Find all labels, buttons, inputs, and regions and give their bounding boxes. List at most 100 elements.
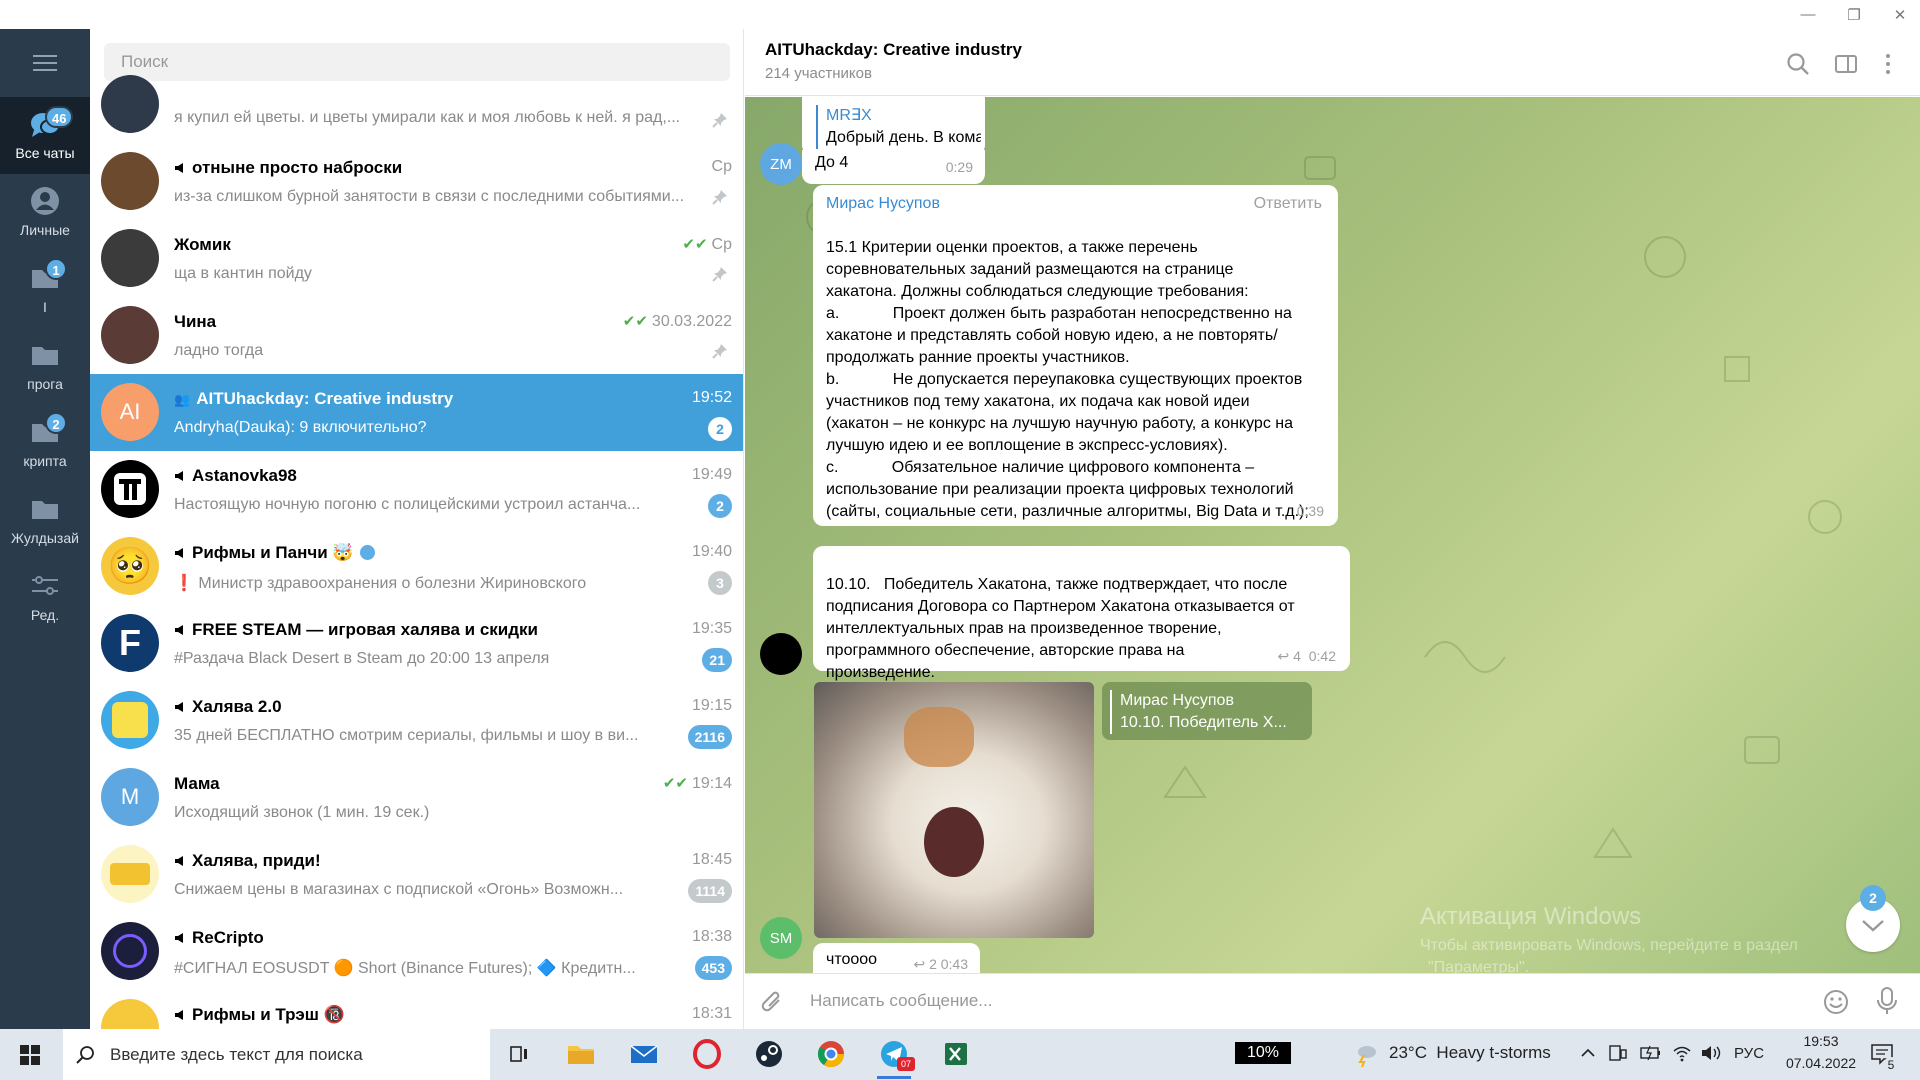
mail-icon[interactable]: [627, 1037, 661, 1071]
message-text: До 4: [815, 154, 849, 171]
clock-time[interactable]: 19:53: [1773, 1033, 1869, 1049]
battery-status-icon[interactable]: [1640, 1044, 1662, 1062]
folder-personal[interactable]: Личные: [0, 174, 90, 251]
reply-button[interactable]: Ответить: [1254, 193, 1322, 215]
chat-row[interactable]: 🥺 Рифмы и Панчи 🤯 19:40 ❗ Министр здраво…: [90, 528, 743, 605]
taskbar-search-input[interactable]: Введите здесь текст для поиска: [63, 1029, 490, 1080]
reply-sender: Мирас Нусупов: [1120, 692, 1234, 709]
chat-preview: ладно тогда: [174, 342, 264, 359]
active-app-indicator: [877, 1076, 911, 1079]
chat-preview: ща в кантин пойду: [174, 265, 312, 282]
language-indicator[interactable]: РУС: [1734, 1045, 1764, 1062]
chat-time-text: 30.03.2022: [651, 313, 732, 330]
windows-start-icon[interactable]: [20, 1045, 40, 1065]
photo-message[interactable]: [814, 682, 1094, 938]
chat-preview: Настоящую ночную погоню с полицейскими у…: [174, 496, 641, 513]
message-sender[interactable]: Мирас Нусупов: [826, 193, 940, 215]
channel-icon: [175, 471, 183, 481]
search-input[interactable]: Поиск: [104, 43, 730, 81]
chat-row[interactable]: Astanovka98 19:49 Настоящую ночную погон…: [90, 451, 743, 528]
chat-messages: MR∃X Добрый день. В кома... До 4 0:29 ZM…: [745, 97, 1920, 973]
sidebar-toggle-icon[interactable]: [1833, 51, 1859, 77]
chat-name: Рифмы и Трэш 🔞: [174, 1005, 345, 1025]
reply-preview-card[interactable]: Мирас Нусупов 10.10. Победитель Х...: [1102, 682, 1312, 740]
weather-text[interactable]: 23°C Heavy t-storms: [1389, 1043, 1551, 1063]
device-icon[interactable]: [1608, 1044, 1628, 1062]
chat-row[interactable]: Рифмы и Трэш 🔞 18:31: [90, 990, 743, 1029]
avatar[interactable]: SM: [760, 917, 802, 959]
folder-kripta[interactable]: 2 крипта: [0, 405, 90, 482]
chat-name-text: Рифмы и Панчи 🤯: [192, 543, 354, 562]
message-bubble[interactable]: чтоооо ↩ 2 0:43: [813, 943, 980, 973]
attach-icon[interactable]: [761, 990, 785, 1016]
chat-subtitle: 214 участников: [765, 65, 872, 82]
chat-row[interactable]: Чина ✔✔ 30.03.2022 ладно тогда: [90, 297, 743, 374]
clock-date[interactable]: 07.04.2022: [1773, 1055, 1869, 1071]
emoji-icon[interactable]: [1822, 988, 1850, 1016]
chat-preview: #Раздача Black Desert в Steam до 20:00 1…: [174, 650, 550, 667]
cat-fur-patch: [904, 707, 974, 767]
reply-count[interactable]: 4: [1293, 648, 1301, 664]
task-view-icon[interactable]: [502, 1037, 536, 1071]
folder-proga[interactable]: прога: [0, 328, 90, 405]
weather-storm-icon[interactable]: [1352, 1043, 1380, 1067]
chat-row[interactable]: M Мама ✔✔ 19:14 Исходящий звонок (1 мин. …: [90, 759, 743, 836]
folder-badge: 46: [45, 106, 74, 128]
reply-preview[interactable]: MR∃X Добрый день. В кома...: [816, 105, 981, 149]
volume-icon[interactable]: [1700, 1044, 1722, 1062]
unread-badge: 2: [708, 417, 732, 441]
chat-title[interactable]: AITUhackday: Creative industry: [765, 40, 1022, 60]
opera-icon[interactable]: [690, 1037, 724, 1071]
folder-edit[interactable]: Ред.: [0, 559, 90, 636]
folder-all-chats[interactable]: 46 Все чаты: [0, 97, 90, 174]
chevron-up-icon[interactable]: [1580, 1045, 1596, 1061]
edit-folders-icon: [32, 576, 58, 595]
menu-button[interactable]: [0, 29, 90, 97]
chrome-icon[interactable]: [814, 1037, 848, 1071]
text-line: (хакатон – не конкурс на лучшую научную …: [826, 415, 1293, 432]
chat-row-active[interactable]: AI 👥 AITUhackday: Creative industry 19:52…: [90, 374, 743, 451]
avatar[interactable]: [760, 633, 802, 675]
close-button[interactable]: ✕: [1880, 0, 1920, 29]
folders-sidebar: 46 Все чаты Личные 1 I прога 2 крипта Жу…: [0, 29, 90, 1029]
chat-row[interactable]: Халява, приди! 18:45 Снижаем цены в мага…: [90, 836, 743, 913]
folder-zhuldyzai[interactable]: Жулдызай: [0, 482, 90, 559]
windows-activation-watermark: Активация Windows: [1420, 903, 1642, 930]
avatar: [101, 152, 159, 210]
restore-button[interactable]: ❐: [1834, 0, 1874, 29]
channel-icon: [175, 856, 183, 866]
microphone-icon[interactable]: [1875, 986, 1899, 1016]
chat-preview: ❗ Министр здравоохранения о болезни Жири…: [174, 575, 587, 592]
message-bubble[interactable]: MR∃X Добрый день. В кома...: [802, 97, 985, 155]
minimize-button[interactable]: —: [1788, 0, 1828, 29]
channel-icon: [175, 702, 183, 712]
message-bubble[interactable]: 10.10. Победитель Хакатона, также подтве…: [813, 546, 1350, 681]
message-bubble[interactable]: До 4 0:29: [802, 150, 985, 184]
message-bubble[interactable]: Мирас Нусупов Ответить 15.1 Критерии оце…: [813, 185, 1338, 526]
folder-i[interactable]: 1 I: [0, 251, 90, 328]
chat-row[interactable]: отныне просто наброски Ср из-за слишком …: [90, 143, 743, 220]
avatar: [101, 999, 159, 1029]
battery-widget[interactable]: 10%: [1235, 1042, 1291, 1064]
file-explorer-icon[interactable]: [564, 1037, 598, 1071]
more-icon[interactable]: [1875, 51, 1901, 77]
chat-row[interactable]: F FREE STEAM — игровая халява и скидки 1…: [90, 605, 743, 682]
message-time: 0:42: [1308, 648, 1336, 664]
search-icon[interactable]: [1785, 51, 1811, 77]
steam-icon[interactable]: [752, 1037, 786, 1071]
hamburger-icon: [33, 55, 57, 71]
chat-name: Рифмы и Панчи 🤯: [174, 543, 375, 563]
message-input[interactable]: Написать сообщение...: [810, 991, 1690, 1011]
message-time: 0:43: [940, 956, 968, 972]
reply-count[interactable]: 2: [929, 956, 937, 972]
message-text: 15.1 Критерии оценки проектов, а также п…: [826, 215, 1331, 567]
text-line: соревновательных заданий размещаются на …: [826, 261, 1234, 278]
chat-row[interactable]: Халява 2.0 19:15 35 дней БЕСПЛАТНО смотр…: [90, 682, 743, 759]
wifi-icon[interactable]: [1672, 1044, 1692, 1062]
excel-icon[interactable]: [939, 1037, 973, 1071]
chat-row[interactable]: Жомик ✔✔ Ср ща в кантин пойду: [90, 220, 743, 297]
avatar[interactable]: ZM: [760, 143, 802, 185]
avatar: [101, 845, 159, 903]
folder-label: I: [43, 299, 47, 315]
chat-row[interactable]: ReCripto 18:38 #СИГНАЛ EOSUSDT 🟠 Short (…: [90, 913, 743, 990]
